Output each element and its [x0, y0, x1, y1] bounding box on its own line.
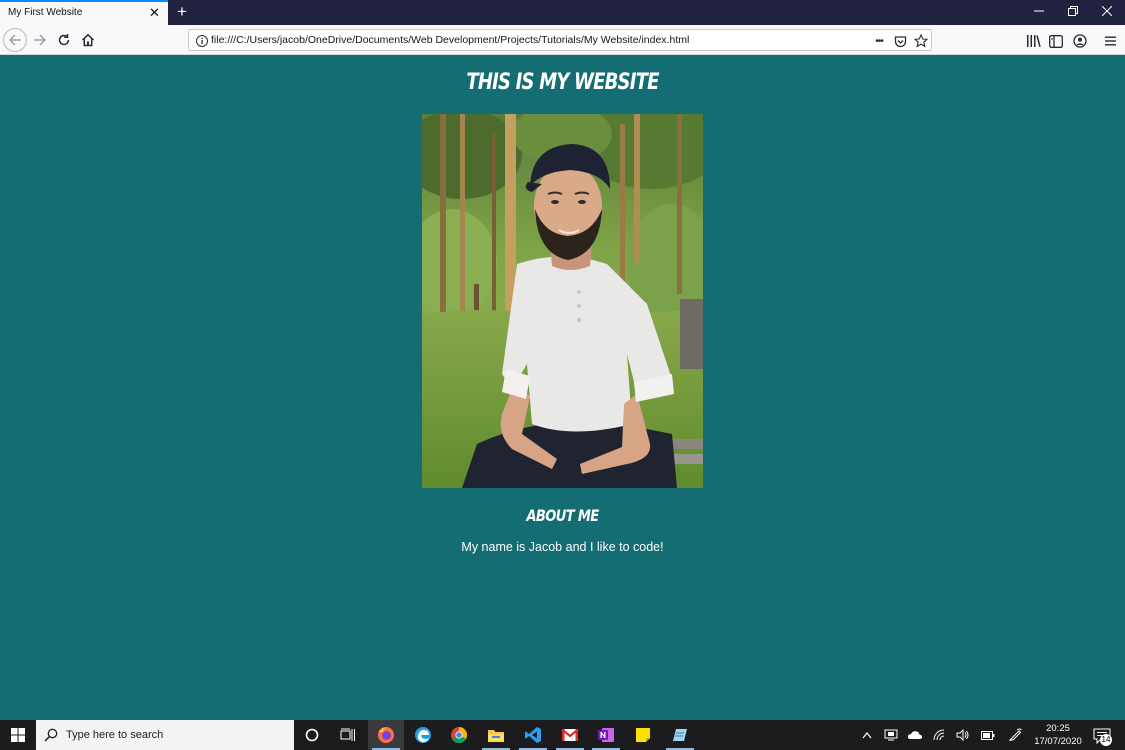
taskbar-chrome[interactable]: [441, 720, 477, 750]
taskbar-notepad[interactable]: [662, 720, 698, 750]
taskbar-firefox[interactable]: [368, 720, 404, 750]
windows-taskbar: Type here to search 20:25 17/07/2020: [0, 720, 1125, 750]
wifi-icon: [933, 729, 945, 741]
onedrive-cloud-icon: [907, 731, 923, 739]
file-explorer-icon: [488, 730, 504, 742]
back-arrow-icon: [9, 34, 21, 46]
search-placeholder: Type here to search: [66, 729, 164, 741]
task-view-button[interactable]: [330, 720, 366, 750]
account-icon[interactable]: [1071, 32, 1089, 50]
tray-network[interactable]: [929, 720, 951, 750]
tab-close-icon[interactable]: ✕: [149, 5, 160, 21]
home-button[interactable]: [77, 29, 99, 51]
back-button[interactable]: [3, 28, 27, 52]
notification-count-badge: 14: [1100, 734, 1112, 746]
pen-workspace-icon: [1009, 728, 1022, 742]
close-window-button[interactable]: [1090, 0, 1124, 25]
edge-icon: [415, 727, 431, 743]
reload-icon: [58, 34, 70, 46]
forward-arrow-icon: [34, 34, 46, 46]
restore-icon: [1068, 6, 1078, 16]
speaker-icon: [956, 729, 969, 741]
home-icon: [81, 33, 95, 47]
taskbar-onenote[interactable]: [588, 720, 624, 750]
bookmark-star-icon[interactable]: [913, 33, 929, 49]
chrome-icon: [451, 726, 468, 744]
library-icon[interactable]: [1024, 32, 1042, 50]
sticky-notes-icon: [636, 728, 650, 742]
menu-icon[interactable]: [1101, 32, 1119, 50]
search-icon: [44, 727, 58, 746]
tray-meet-now[interactable]: [880, 720, 902, 750]
windows-logo-icon: [11, 728, 25, 742]
new-tab-button[interactable]: +: [173, 2, 191, 22]
start-button[interactable]: [0, 720, 36, 750]
about-text: My name is Jacob and I like to code!: [461, 540, 664, 554]
onenote-icon: [598, 728, 614, 742]
portrait-photo: [422, 114, 703, 488]
notepad-icon: [673, 729, 687, 741]
page-actions-icon[interactable]: •••: [871, 33, 887, 49]
vscode-icon: [525, 727, 541, 743]
tray-onedrive[interactable]: [904, 720, 926, 750]
taskbar-search-box[interactable]: Type here to search: [36, 720, 294, 750]
chevron-up-icon: [862, 732, 872, 739]
taskbar-edge[interactable]: [405, 720, 441, 750]
system-clock[interactable]: 20:25 17/07/2020: [1030, 722, 1086, 748]
taskbar-gmail[interactable]: [552, 720, 588, 750]
taskbar-sticky-notes[interactable]: [625, 720, 661, 750]
info-icon[interactable]: [195, 33, 209, 52]
taskbar-file-explorer[interactable]: [478, 720, 514, 750]
page-title: This is my Website: [466, 70, 659, 95]
tab-strip: My First Website ✕ +: [0, 0, 1125, 25]
url-text[interactable]: file:///C:/Users/jacob/OneDrive/Document…: [211, 34, 689, 46]
tray-pen[interactable]: [1004, 720, 1026, 750]
tab-title: My First Website: [8, 7, 83, 18]
clock-time: 20:25: [1046, 723, 1070, 734]
sidebar-icon[interactable]: [1047, 32, 1065, 50]
web-page: This is my Website: [0, 56, 1125, 720]
address-bar[interactable]: file:///C:/Users/jacob/OneDrive/Document…: [188, 29, 932, 51]
tray-battery[interactable]: [977, 720, 999, 750]
gmail-icon: [561, 728, 579, 741]
show-hidden-icons-button[interactable]: [856, 720, 878, 750]
battery-icon: [981, 730, 995, 740]
cortana-icon: [305, 728, 319, 742]
firefox-icon: [378, 727, 394, 743]
navigation-toolbar: file:///C:/Users/jacob/OneDrive/Document…: [0, 25, 1125, 55]
task-view-icon: [340, 728, 355, 741]
about-heading: About Me: [526, 506, 599, 525]
tab-my-first-website[interactable]: My First Website ✕: [0, 0, 168, 25]
clock-date: 17/07/2020: [1034, 736, 1082, 747]
taskbar-vscode[interactable]: [515, 720, 551, 750]
forward-button[interactable]: [29, 29, 51, 51]
cortana-button[interactable]: [294, 720, 330, 750]
restore-button[interactable]: [1056, 0, 1090, 25]
tray-volume[interactable]: [952, 720, 974, 750]
close-icon: [1101, 5, 1113, 17]
pocket-icon[interactable]: [892, 33, 908, 49]
minimize-icon: [1034, 10, 1044, 12]
reload-button[interactable]: [53, 29, 75, 51]
minimize-button[interactable]: [1022, 0, 1056, 25]
monitor-icon: [884, 729, 898, 741]
